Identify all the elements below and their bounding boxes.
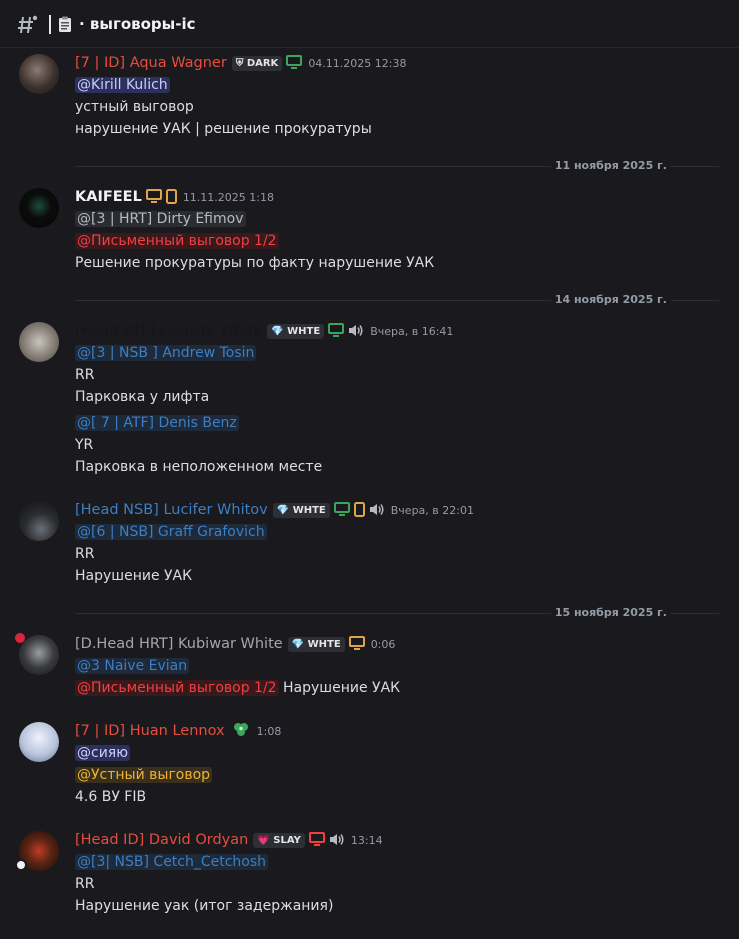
desktop-icon [328,323,345,337]
header-separator [49,15,51,34]
role-mention[interactable]: @Письменный выговор 1/2 [75,233,279,249]
user-mention[interactable]: @Kirill Kulich [75,77,170,93]
author-name[interactable]: [7 | ID] Huan Lennox [75,723,225,739]
timestamp[interactable]: Вчера, в 22:01 [391,504,474,517]
avatar[interactable] [19,635,59,675]
date-divider-label: 15 ноября 2025 г. [550,606,671,619]
message-text: RR [75,546,95,562]
author-name[interactable]: [D.Head HRT] Kubiwar White [75,636,283,652]
message-text: Нарушение уак (итог задержания) [75,898,334,914]
role-mention[interactable]: @[6 | NSB] Graff Grafovich [75,524,267,540]
clover-icon [233,723,248,736]
author-name[interactable]: [Head NSB] Lucifer Whitov [75,502,268,518]
speaker-icon [349,325,363,336]
clipboard-icon [59,16,71,32]
message-text: YR [75,437,94,453]
role-mention[interactable]: @[3| NSB] Cetch_Cetchosh [75,854,269,870]
balloon-decoration [15,633,25,643]
channel-name: выговоры-ic [89,15,196,33]
message-text: RR [75,876,95,892]
role-mention[interactable]: @3 Naive Evian [75,658,190,674]
message-text: Нарушение УАК [75,568,193,584]
thread-channel-icon [18,15,38,34]
timestamp[interactable]: 13:14 [351,834,383,847]
avatar[interactable] [19,722,59,762]
author-name[interactable]: [Head ATF] Lacoste White [75,323,262,339]
timestamp[interactable]: 1:08 [257,725,282,738]
mobile-icon [353,502,365,517]
desktop-icon [348,636,365,650]
user-mention[interactable]: @сияю [75,745,131,761]
date-divider-label: 11 ноября 2025 г. [550,159,671,172]
guild-tag[interactable]: 💎 WHTE [287,637,345,652]
avatar[interactable] [19,322,59,362]
message-text: Парковка у лифта [75,389,210,405]
author-name[interactable]: [Head ID] David Ordyan [75,832,248,848]
message-text: Парковка в неположенном месте [75,459,323,475]
timestamp[interactable]: 11.11.2025 1:18 [183,191,274,204]
author-name[interactable]: [7 | ID] Aqua Wagner [75,55,227,71]
desktop-icon [333,502,350,516]
user-mention[interactable]: @[3 | HRT] Dirty Efimov [75,211,246,227]
message-text: Решение прокуратуры по факту нарушение У… [75,255,435,271]
desktop-icon [145,189,162,203]
guild-tag[interactable]: 💎 WHTE [272,503,330,518]
guild-tag[interactable]: 💎 WHTE [267,324,325,339]
status-icon [15,859,27,871]
message-text: RR [75,367,95,383]
channel-header: · выговоры-ic [0,0,739,48]
avatar[interactable] [19,54,59,94]
guild-tag[interactable]: ⛨ DARK [231,56,283,71]
message-text: устный выговор [75,99,194,115]
role-mention[interactable]: @[3 | NSB ] Andrew Tosin [75,345,257,361]
guild-tag[interactable]: 💗 SLAY [253,833,305,848]
role-mention[interactable]: @Письменный выговор 1/2 [75,680,279,696]
avatar[interactable] [19,188,59,228]
message-text: 4.6 ВУ FIB [75,789,147,805]
timestamp[interactable]: 04.11.2025 12:38 [308,57,406,70]
avatar[interactable] [19,501,59,541]
role-mention[interactable]: @Устный выговор [75,767,213,783]
channel-title: · выговоры-ic [79,15,196,33]
role-mention[interactable]: @[ 7 | ATF] Denis Benz [75,415,239,431]
timestamp[interactable]: Вчера, в 16:41 [370,325,453,338]
timestamp[interactable]: 0:06 [371,638,396,651]
message-text: нарушение УАК | решение прокуратуры [75,121,372,137]
desktop-icon [308,832,325,846]
date-divider-label: 14 ноября 2025 г. [550,293,671,306]
mobile-icon [165,189,177,204]
author-name[interactable]: KAIFEEL [75,189,142,205]
message-text: Нарушение УАК [283,680,401,696]
desktop-icon [286,55,303,69]
speaker-icon [369,504,384,515]
speaker-icon [329,834,344,845]
